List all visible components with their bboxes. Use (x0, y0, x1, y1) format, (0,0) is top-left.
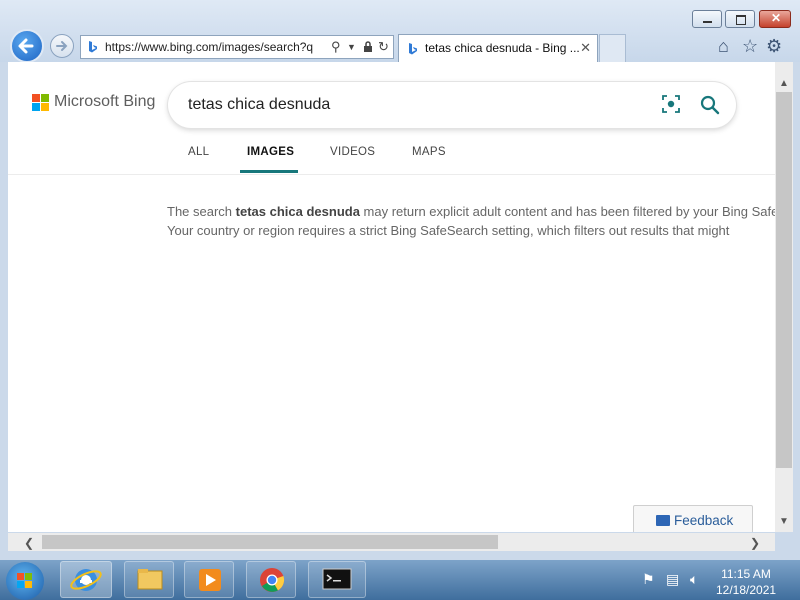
feedback-button[interactable]: Feedback (633, 505, 753, 532)
notice-query: tetas chica desnuda (235, 204, 360, 219)
browser-tab[interactable]: tetas chica desnuda - Bing ... ✕ (398, 34, 598, 62)
minimize-icon (703, 21, 712, 23)
maximize-button[interactable] (725, 10, 755, 28)
taskbar (0, 560, 800, 600)
vertical-scroll-thumb[interactable] (776, 92, 792, 468)
taskbar-command-prompt[interactable] (308, 561, 366, 598)
feedback-icon (656, 515, 670, 526)
action-center-flag-icon[interactable]: ⚑ (642, 571, 655, 588)
system-clock[interactable]: 11:15 AM 12/18/2021 (716, 566, 776, 598)
url-text: https://www.bing.com/images/search?q= (105, 40, 313, 54)
tab-images[interactable]: IMAGES (247, 146, 294, 158)
network-icon[interactable]: ▤ (666, 571, 679, 588)
search-tabs: ALL IMAGES VIDEOS MAPS (8, 146, 775, 176)
clock-time: 11:15 AM (721, 567, 771, 581)
logo-square (32, 94, 40, 102)
search-icon[interactable] (700, 95, 720, 115)
forward-button[interactable] (50, 34, 74, 58)
taskbar-media-player[interactable] (184, 561, 234, 598)
scroll-right-icon[interactable]: ❯ (750, 536, 760, 550)
clock-date: 12/18/2021 (716, 583, 777, 597)
search-icon[interactable]: ⚲ (331, 39, 341, 55)
windows-logo-icon (17, 573, 32, 588)
tab-maps[interactable]: MAPS (412, 146, 446, 158)
tab-all[interactable]: ALL (188, 146, 209, 158)
search-box[interactable]: tetas chica desnuda (168, 82, 736, 128)
notice-text: The search (167, 204, 236, 219)
active-tab-indicator (240, 170, 298, 173)
notice-line-1: The search tetas chica desnuda may retur… (167, 202, 775, 221)
tab-title: tetas chica desnuda - Bing ... (425, 41, 580, 55)
page-content: Microsoft Bing tetas chica desnuda ALL I… (8, 62, 775, 532)
taskbar-file-explorer[interactable] (124, 561, 174, 598)
notice-text: may return explicit adult content and ha… (359, 204, 775, 219)
logo-text: Microsoft Bing (54, 93, 156, 110)
horizontal-scroll-thumb[interactable] (42, 535, 498, 549)
close-icon: ✕ (771, 11, 782, 25)
address-bar[interactable]: https://www.bing.com/images/search?q= ⚲ … (80, 35, 394, 59)
logo-square (41, 103, 49, 111)
start-button[interactable] (6, 562, 44, 600)
new-tab-button[interactable] (599, 34, 626, 62)
safesearch-notice: The search tetas chica desnuda may retur… (167, 202, 775, 240)
feedback-label: Feedback (674, 513, 734, 528)
home-icon[interactable]: ⌂ (718, 36, 729, 57)
internet-explorer-icon (70, 569, 102, 591)
command-prompt-icon (322, 568, 352, 590)
divider (8, 174, 775, 175)
lock-icon (364, 41, 372, 52)
scroll-left-icon[interactable]: ❮ (24, 536, 34, 550)
close-tab-icon[interactable]: ✕ (580, 40, 591, 56)
bing-favicon-icon (89, 41, 97, 53)
chrome-icon (260, 568, 285, 592)
scroll-up-icon[interactable]: ▲ (779, 78, 789, 89)
logo-square (32, 103, 40, 111)
scroll-down-icon[interactable]: ▼ (779, 516, 789, 527)
media-player-icon (199, 569, 221, 591)
refresh-icon[interactable]: ↻ (378, 39, 389, 55)
tab-videos[interactable]: VIDEOS (330, 146, 375, 158)
volume-icon[interactable]: 🔈︎ (690, 571, 698, 588)
forward-arrow-icon (56, 41, 68, 51)
close-window-button[interactable]: ✕ (759, 10, 791, 28)
search-input[interactable]: tetas chica desnuda (188, 96, 330, 114)
back-arrow-icon (18, 38, 34, 54)
dropdown-arrow-icon[interactable]: ▼ (347, 42, 356, 52)
taskbar-internet-explorer[interactable] (60, 561, 112, 598)
favorites-star-icon[interactable]: ☆ (742, 36, 758, 57)
settings-gear-icon[interactable]: ⚙ (766, 36, 782, 57)
logo-square (41, 94, 49, 102)
back-button[interactable] (10, 29, 44, 63)
minimize-button[interactable] (692, 10, 722, 28)
notice-line-2: Your country or region requires a strict… (167, 223, 730, 238)
visual-search-icon[interactable] (662, 95, 680, 113)
folder-icon (137, 569, 163, 590)
bing-favicon-icon (409, 43, 417, 55)
maximize-icon (736, 15, 746, 25)
taskbar-chrome[interactable] (246, 561, 296, 598)
